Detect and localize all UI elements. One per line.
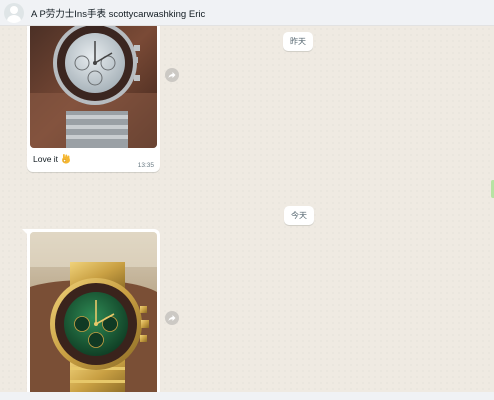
message-time: 13:35: [137, 162, 154, 169]
message-photo[interactable]: [30, 26, 157, 148]
contact-avatar[interactable]: [4, 2, 24, 23]
message-caption: Love it: [33, 153, 154, 164]
image-message[interactable]: Love it 13:35: [27, 26, 160, 172]
date-separator: 今天: [284, 206, 314, 225]
chat-header: A P劳力士Ins手表 scottycarwashking Eric: [0, 0, 494, 26]
watch-photo-2: [30, 232, 157, 397]
message-list[interactable]: Love it 13:35 昨天 今天: [0, 26, 494, 400]
watch-photo-1: [30, 26, 157, 148]
composer-edge: [0, 392, 494, 400]
date-separator: 昨天: [283, 32, 313, 51]
forward-button[interactable]: [165, 68, 179, 82]
caption-text: Love it: [33, 153, 59, 164]
image-message[interactable]: [27, 229, 160, 399]
forward-icon: [168, 72, 176, 78]
chat-title[interactable]: A P劳力士Ins手表 scottycarwashking Eric: [31, 6, 205, 20]
ok-hand-emoji-icon: [62, 154, 71, 164]
forward-button[interactable]: [165, 311, 179, 325]
message-photo[interactable]: [30, 232, 157, 397]
forward-icon: [168, 315, 176, 321]
